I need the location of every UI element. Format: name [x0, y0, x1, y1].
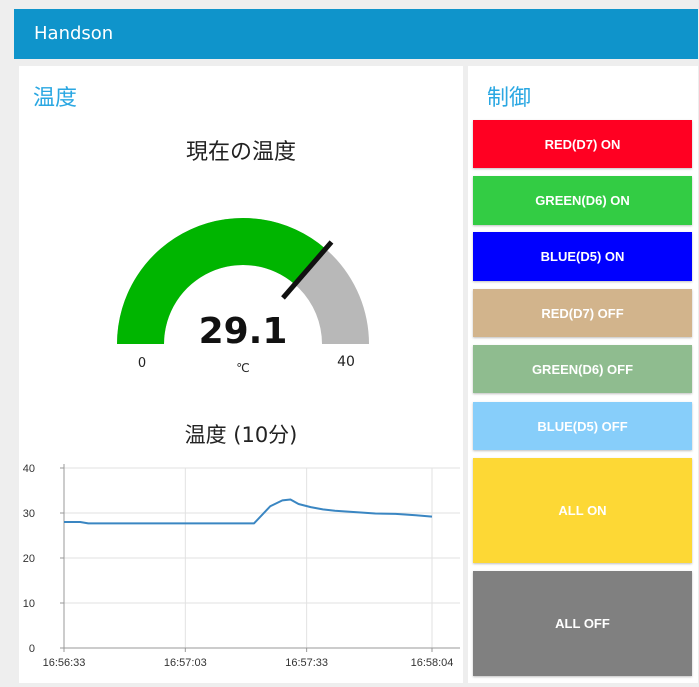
control-card: 制御 RED(D7) ON GREEN(D6) ON BLUE(D5) ON RED(… [468, 66, 698, 683]
chart-x-tick-label: 16:57:33 [285, 657, 328, 669]
temperature-card: 温度 現在の温度 29.1 ℃ 0 40 温度 (10分) 0 10 20 30 40 1… [19, 66, 463, 683]
control-button-blue-d5-off[interactable]: BLUE(D5) OFF [473, 402, 692, 450]
chart-x-tick-label: 16:57:03 [164, 657, 207, 669]
chart-y-tick-label: 20 [23, 553, 35, 565]
control-button-all-off[interactable]: ALL OFF [473, 571, 692, 676]
temperature-line-chart: 0 10 20 30 40 16:56:33 16:57:03 16:57:33 16:58:0… [23, 463, 460, 669]
control-button-red-d7-off[interactable]: RED(D7) OFF [473, 289, 692, 337]
chart-x-tick-label: 16:56:33 [43, 657, 86, 669]
chart-y-tick-label: 40 [23, 463, 35, 475]
chart-y-tick-label: 10 [23, 598, 35, 610]
control-button-blue-d5-on[interactable]: BLUE(D5) ON [473, 232, 692, 281]
chart-series-line [64, 498, 433, 525]
chart-y-tick-label: 0 [29, 643, 35, 655]
control-button-green-d6-on[interactable]: GREEN(D6) ON [473, 176, 692, 225]
control-group-title: 制御 [487, 86, 532, 111]
chart-x-tick-label: 16:58:04 [411, 657, 454, 669]
app-header: Handson [14, 9, 698, 59]
app-title: Handson [34, 23, 114, 44]
chart-y-tick-label: 30 [23, 508, 35, 520]
control-button-all-on[interactable]: ALL ON [473, 458, 692, 563]
control-button-green-d6-off[interactable]: GREEN(D6) OFF [473, 345, 692, 393]
control-button-red-d7-on[interactable]: RED(D7) ON [473, 120, 692, 168]
